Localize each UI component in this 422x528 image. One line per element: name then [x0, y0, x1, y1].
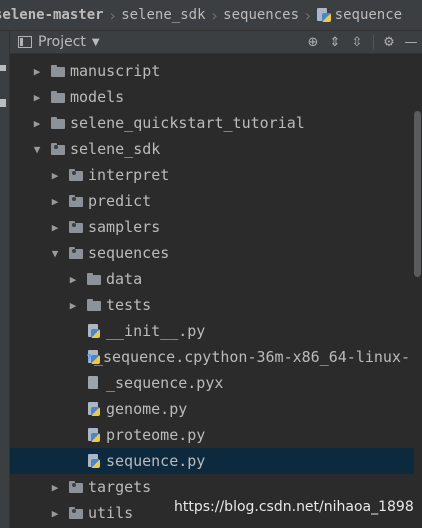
chevron-right-icon[interactable]: ▶	[48, 194, 62, 208]
package-folder-icon	[68, 168, 84, 182]
tree-item-label: utils	[88, 504, 134, 522]
python-file-icon	[86, 324, 102, 338]
project-title: Project	[38, 34, 86, 50]
package-folder-icon	[68, 220, 84, 234]
tree-item-label: interpret	[88, 166, 170, 184]
project-view-selector[interactable]: Project ▼	[18, 34, 100, 50]
folder-icon	[86, 298, 102, 312]
collapse-all-icon[interactable]: ⇳	[346, 31, 368, 53]
unknown-file-icon: ?	[86, 350, 100, 364]
tree-item-samplers[interactable]: ▶ samplers	[10, 214, 410, 240]
chevron-right-icon[interactable]: ▶	[66, 298, 80, 312]
chevron-down-icon: ▼	[91, 36, 100, 48]
tree-item-label: proteome.py	[106, 426, 206, 444]
breadcrumb-item-selene-sdk[interactable]: selene_sdk	[121, 7, 205, 23]
chevron-right-icon[interactable]: ▶	[48, 168, 62, 182]
tree-item-label: _sequence.cpython-36m-x86_64-linux-	[93, 348, 410, 366]
breadcrumb-item-sequence[interactable]: sequence	[316, 7, 403, 23]
breadcrumb-item-project[interactable]: selene-master	[0, 7, 104, 23]
tree-item-label: samplers	[88, 218, 161, 236]
minimize-icon[interactable]: —	[400, 31, 422, 53]
package-folder-icon	[50, 142, 66, 156]
tree-item-label: tests	[106, 296, 152, 314]
tree-item-manuscript[interactable]: ▶ manuscript	[10, 58, 410, 84]
tool-window-strip[interactable]	[0, 31, 10, 528]
breadcrumb: selene-master › selene_sdk › sequences ›…	[0, 0, 422, 31]
tree-item-sequence-py[interactable]: sequence.py	[10, 448, 422, 474]
tree-item-label: selene_quickstart_tutorial	[70, 114, 305, 132]
package-folder-icon	[68, 246, 84, 260]
tree-item-label: _sequence.pyx	[106, 374, 224, 392]
chevron-right-icon: ›	[107, 5, 118, 25]
tree-item-label: models	[70, 88, 125, 106]
target-icon[interactable]: ⊕	[302, 31, 324, 53]
chevron-right-icon[interactable]: ▶	[30, 90, 44, 104]
chevron-right-icon[interactable]: ▶	[30, 64, 44, 78]
chevron-right-icon[interactable]: ▶	[48, 506, 62, 520]
project-panel-header: Project ▼ ⊕ ⇕ ⇳ ⚙ —	[10, 31, 422, 54]
tree-item-selene-sdk[interactable]: ▼ selene_sdk	[10, 136, 410, 162]
chevron-right-icon[interactable]: ▶	[30, 116, 44, 130]
package-folder-icon	[68, 194, 84, 208]
folder-icon	[50, 116, 66, 130]
chevron-right-icon: ›	[209, 5, 220, 25]
scrollbar-thumb[interactable]	[414, 111, 421, 277]
expand-all-icon[interactable]: ⇕	[324, 31, 346, 53]
tree-item-label: data	[106, 270, 143, 288]
tree-item-label: selene_sdk	[70, 140, 161, 158]
tree-item-data[interactable]: ▶ data	[10, 266, 410, 292]
tree-item-sequence-pyx[interactable]: _sequence.pyx	[10, 370, 410, 396]
chevron-right-icon[interactable]: ▶	[48, 480, 62, 494]
gear-icon[interactable]: ⚙	[378, 31, 400, 53]
tree-item-init-py[interactable]: __init__.py	[10, 318, 410, 344]
folder-icon	[50, 90, 66, 104]
tree-item-predict[interactable]: ▶ predict	[10, 188, 410, 214]
tree-item-interpret[interactable]: ▶ interpret	[10, 162, 410, 188]
tree-item-label: genome.py	[106, 400, 188, 418]
tree-item-label: sequences	[88, 244, 170, 262]
project-tree[interactable]: ▶ manuscript ▶ models ▶ selene_quickstar…	[10, 58, 422, 526]
chevron-right-icon[interactable]: ▶	[66, 272, 80, 286]
breadcrumb-item-sequences[interactable]: sequences	[223, 7, 299, 23]
tree-item-label: __init__.py	[106, 322, 206, 340]
tree-item-label: predict	[88, 192, 152, 210]
chevron-down-icon[interactable]: ▼	[30, 142, 44, 156]
tree-item-sequences[interactable]: ▼ sequences	[10, 240, 410, 266]
strip-tab-icon[interactable]	[0, 65, 6, 71]
package-folder-icon	[68, 480, 84, 494]
tree-item-selene-quickstart-tutorial[interactable]: ▶ selene_quickstart_tutorial	[10, 110, 410, 136]
text-file-icon	[86, 376, 102, 390]
chevron-right-icon[interactable]: ▶	[48, 220, 62, 234]
tree-item-tests[interactable]: ▶ tests	[10, 292, 410, 318]
python-file-icon	[86, 454, 102, 468]
chevron-right-icon: ›	[303, 5, 313, 25]
tree-item-genome-py[interactable]: genome.py	[10, 396, 410, 422]
python-file-icon	[86, 428, 102, 442]
folder-icon	[86, 272, 102, 286]
tree-item-sequence-so[interactable]: ? _sequence.cpython-36m-x86_64-linux-	[10, 344, 410, 370]
package-folder-icon	[68, 506, 84, 520]
watermark-text: https://blog.csdn.net/nihaoa_1898	[174, 499, 414, 515]
divider	[368, 31, 378, 53]
python-file-icon	[86, 402, 102, 416]
tree-item-label: manuscript	[70, 62, 161, 80]
folder-icon	[50, 64, 66, 78]
tree-item-models[interactable]: ▶ models	[10, 84, 410, 110]
breadcrumb-item-label: sequence	[334, 7, 403, 23]
tree-item-label: sequence.py	[106, 452, 206, 470]
chevron-down-icon[interactable]: ▼	[48, 246, 62, 260]
python-file-icon	[316, 8, 331, 22]
strip-tab-icon[interactable]	[0, 99, 6, 107]
project-icon	[18, 36, 32, 48]
tree-item-label: targets	[88, 478, 152, 496]
tree-item-targets[interactable]: ▶ targets	[10, 474, 410, 500]
tree-item-proteome-py[interactable]: proteome.py	[10, 422, 410, 448]
